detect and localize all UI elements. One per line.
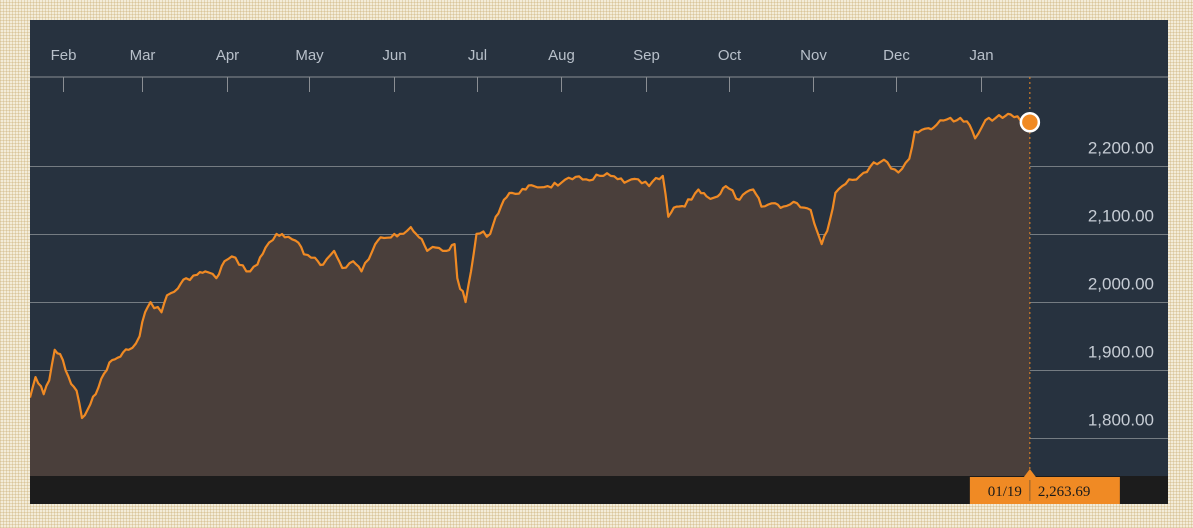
x-tick-label: Oct: [718, 47, 742, 64]
header-band: [30, 20, 1168, 77]
x-tick-label: Nov: [800, 47, 827, 64]
x-tick-label: Sep: [633, 47, 660, 64]
price-tag-value: 2,263.69: [1038, 484, 1091, 500]
x-tick-label: Jan: [969, 47, 993, 64]
current-point[interactable]: [1019, 111, 1041, 133]
x-tick-label: May: [295, 47, 324, 64]
chart-frame: Feb Mar Apr May Jun Jul Aug Sep Oct Nov Dec Jan 1,8…: [30, 20, 1168, 504]
x-tick-label: Aug: [548, 47, 575, 64]
price-chart: Feb Mar Apr May Jun Jul Aug Sep Oct Nov Dec Jan 1,8…: [30, 20, 1168, 504]
y-tick-label: 2,200.00: [1088, 139, 1154, 158]
y-axis: 1,800.00 1,900.00 2,000.00 2,100.00 2,200.00: [1088, 139, 1154, 430]
price-tag-date: 01/19: [988, 484, 1022, 500]
x-tick-label: Mar: [130, 47, 156, 64]
x-tick-label: Feb: [51, 47, 77, 64]
x-tick-label: Dec: [883, 47, 910, 64]
x-tick-label: Apr: [216, 47, 239, 64]
area-fill: [30, 113, 1030, 477]
y-tick-label: 1,900.00: [1088, 343, 1154, 362]
x-tick-label: Jul: [468, 47, 487, 64]
area-layer: [30, 112, 1031, 477]
y-tick-label: 1,800.00: [1088, 411, 1154, 430]
y-tick-label: 2,000.00: [1088, 275, 1154, 294]
y-tick-label: 2,100.00: [1088, 207, 1154, 226]
x-tick-label: Jun: [382, 47, 406, 64]
